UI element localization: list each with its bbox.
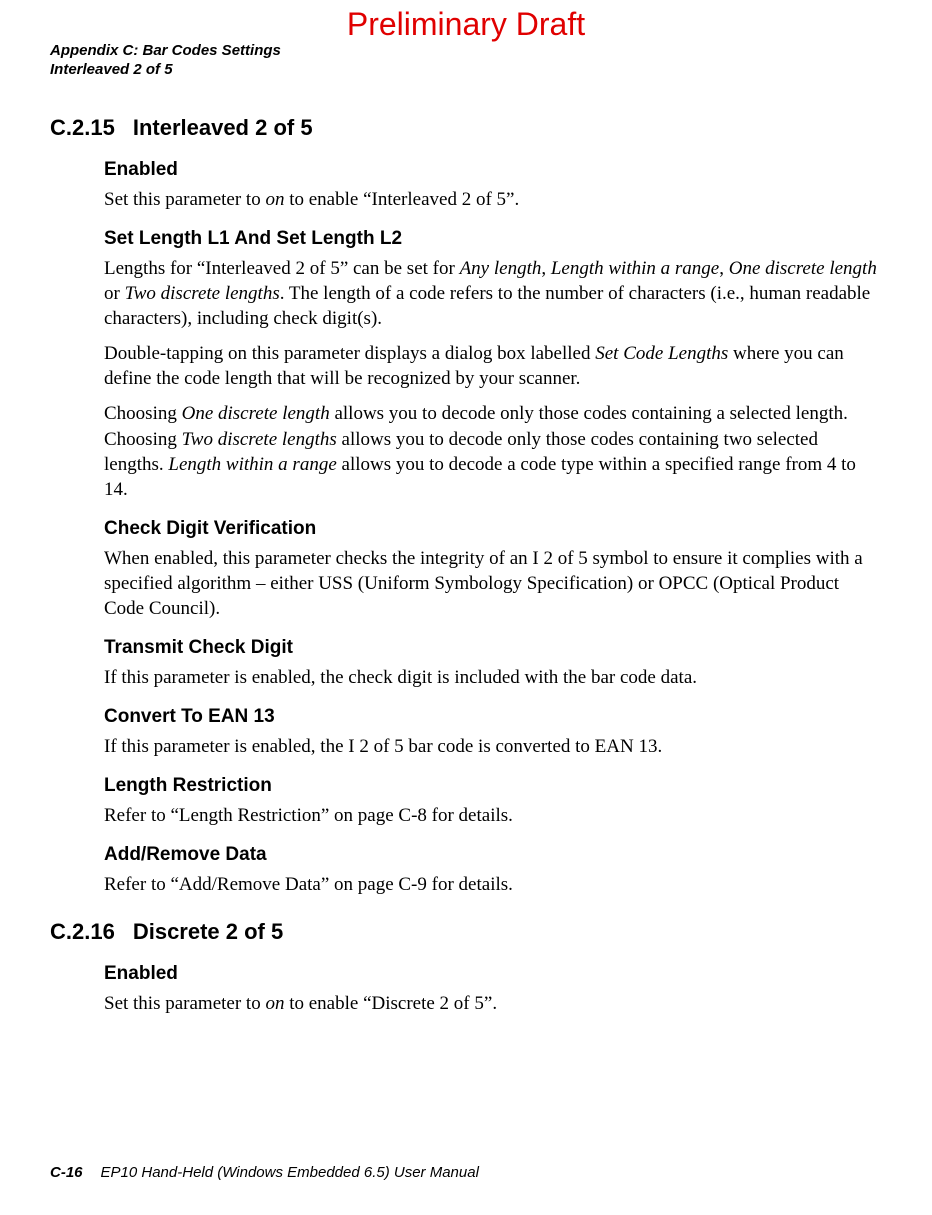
section-body-c-2-15: Enabled Set this parameter to on to enab… [104,159,882,897]
text-italic: on [265,993,284,1014]
paragraph: Lengths for “Interleaved 2 of 5” can be … [104,256,882,331]
text-italic: One discrete length [729,258,877,279]
text: or [104,283,125,304]
subheading-add-remove-data: Add/Remove Data [104,844,882,866]
subheading-enabled: Enabled [104,963,882,985]
text: Set this parameter to [104,189,265,210]
content: C.2.15 Interleaved 2 of 5 Enabled Set thi… [50,115,882,1026]
paragraph: If this parameter is enabled, the check … [104,665,882,690]
paragraph: Choosing One discrete length allows you … [104,401,882,501]
running-head-line2: Interleaved 2 of 5 [50,61,281,80]
running-head: Appendix C: Bar Codes Settings Interleav… [50,42,281,80]
text-italic: on [265,189,284,210]
running-head-line1: Appendix C: Bar Codes Settings [50,42,281,61]
subheading-length-restriction: Length Restriction [104,775,882,797]
paragraph: If this parameter is enabled, the I 2 of… [104,734,882,759]
text: Double-tapping on this parameter display… [104,343,595,364]
section-number: C.2.16 [50,919,115,945]
section-title: Discrete 2 of 5 [133,919,283,944]
page-footer: C-16 EP10 Hand-Held (Windows Embedded 6.5… [50,1164,479,1181]
text: Choosing [104,403,182,424]
text-italic: Length within a range [168,454,336,475]
paragraph: Refer to “Length Restriction” on page C-… [104,803,882,828]
text-italic: Length within a range [551,258,719,279]
page: Preliminary Draft Appendix C: Bar Codes … [0,0,932,1215]
subheading-enabled: Enabled [104,159,882,181]
section-body-c-2-16: Enabled Set this parameter to on to enab… [104,963,882,1016]
paragraph: Refer to “Add/Remove Data” on page C-9 f… [104,872,882,897]
text-italic: Any length [460,258,542,279]
text-italic: One discrete length [182,403,330,424]
text-italic: Set Code Lengths [595,343,728,364]
subheading-set-length: Set Length L1 And Set Length L2 [104,228,882,250]
paragraph: When enabled, this parameter checks the … [104,546,882,621]
subheading-transmit-check-digit: Transmit Check Digit [104,637,882,659]
text: to enable “Interleaved 2 of 5”. [284,189,519,210]
text-italic: Two discrete lengths [125,283,280,304]
section-title: Interleaved 2 of 5 [133,115,313,140]
section-number: C.2.15 [50,115,115,141]
watermark-text: Preliminary Draft [0,6,932,43]
text: to enable “Discrete 2 of 5”. [284,993,497,1014]
page-number: C-16 [50,1164,83,1181]
text: Lengths for “Interleaved 2 of 5” can be … [104,258,460,279]
subheading-check-digit-verification: Check Digit Verification [104,518,882,540]
footer-title: EP10 Hand-Held (Windows Embedded 6.5) Us… [101,1164,479,1181]
paragraph: Double-tapping on this parameter display… [104,341,882,391]
text-italic: Two discrete lengths [182,429,337,450]
text: Set this parameter to [104,993,265,1014]
paragraph: Set this parameter to on to enable “Disc… [104,991,882,1016]
section-heading-c-2-16: C.2.16 Discrete 2 of 5 [50,919,882,945]
paragraph: Set this parameter to on to enable “Inte… [104,187,882,212]
section-heading-c-2-15: C.2.15 Interleaved 2 of 5 [50,115,882,141]
text: , [541,258,551,279]
subheading-convert-to-ean13: Convert To EAN 13 [104,706,882,728]
text: , [719,258,729,279]
